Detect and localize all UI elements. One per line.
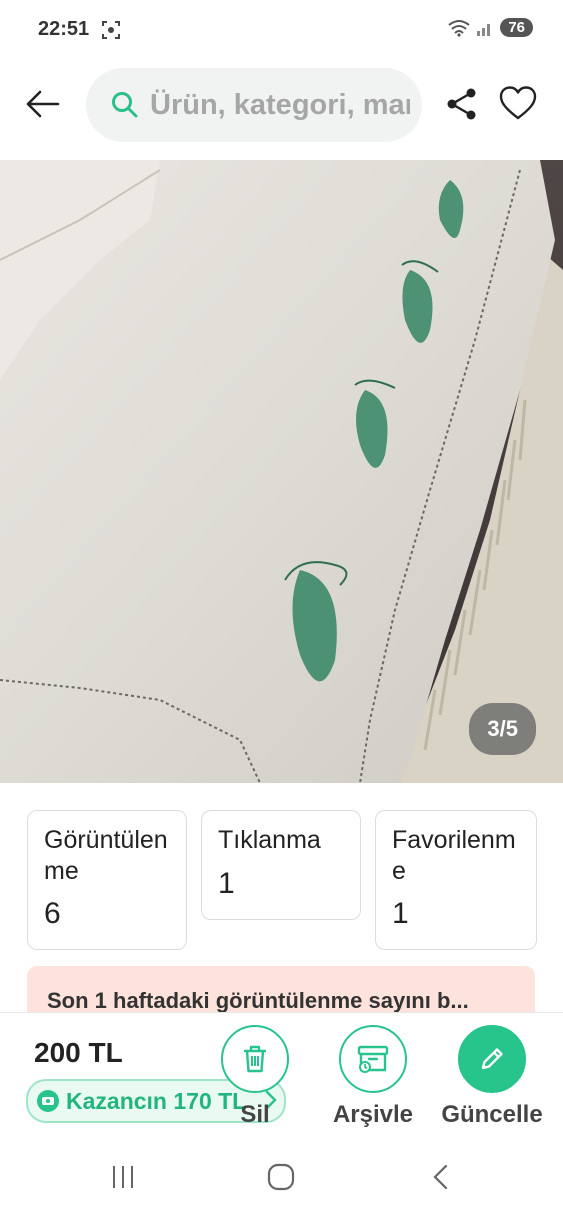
stat-value: 1 [392,897,409,930]
stat-label: Tıklanma [218,826,321,854]
search-bar[interactable] [86,68,422,142]
header [0,62,563,160]
banner-text: Son 1 haftadaki görüntülenme sayını b... [47,988,469,1013]
image-counter: 3/5 [469,703,536,755]
delete-label: Sil [240,1101,270,1128]
archive-circle [339,1025,407,1093]
coin-icon [37,1090,59,1112]
stat-value: 6 [44,897,61,930]
system-nav-bar [0,1140,563,1219]
stat-card-clicks: Tıklanma 1 [201,810,361,920]
bottom-action-bar: 200 TL Kazancın 170 TL Sil Arşivle Günce… [0,1012,563,1141]
home-icon[interactable] [266,1162,296,1192]
wifi-icon [448,19,470,37]
search-input[interactable] [148,87,412,123]
stat-card-favorites: Favorilenm e 1 [375,810,537,950]
search-icon [112,92,138,118]
stat-label: Görüntülen me [44,826,168,885]
battery-indicator: 76 [500,18,533,37]
update-button[interactable]: Güncelle [440,1025,544,1129]
stat-value: 1 [218,867,235,900]
update-label: Güncelle [441,1101,543,1128]
screen-record-icon [102,21,120,39]
stat-card-views: Görüntülen me 6 [27,810,187,950]
trash-icon [244,1045,266,1073]
share-icon[interactable] [444,86,480,122]
signal-icon [477,23,491,36]
update-circle [458,1025,526,1093]
status-icons: 76 [448,18,533,37]
heart-icon[interactable] [498,84,538,124]
product-photo [0,160,563,783]
recent-apps-icon[interactable] [108,1162,138,1192]
stat-label: Favorilenm e [392,826,516,885]
delete-circle [221,1025,289,1093]
back-nav-icon[interactable] [426,1162,456,1192]
pencil-icon [481,1048,503,1070]
price: 200 TL [34,1037,123,1068]
status-time: 22:51 [38,18,90,40]
archive-icon [357,1045,389,1073]
archive-button[interactable]: Arşivle [330,1025,416,1129]
status-bar: 22:51 76 [0,0,563,62]
delete-button[interactable]: Sil [218,1025,292,1129]
product-image-gallery[interactable]: 3/5 [0,160,563,783]
archive-label: Arşivle [332,1101,414,1128]
back-arrow-icon[interactable] [22,84,62,124]
